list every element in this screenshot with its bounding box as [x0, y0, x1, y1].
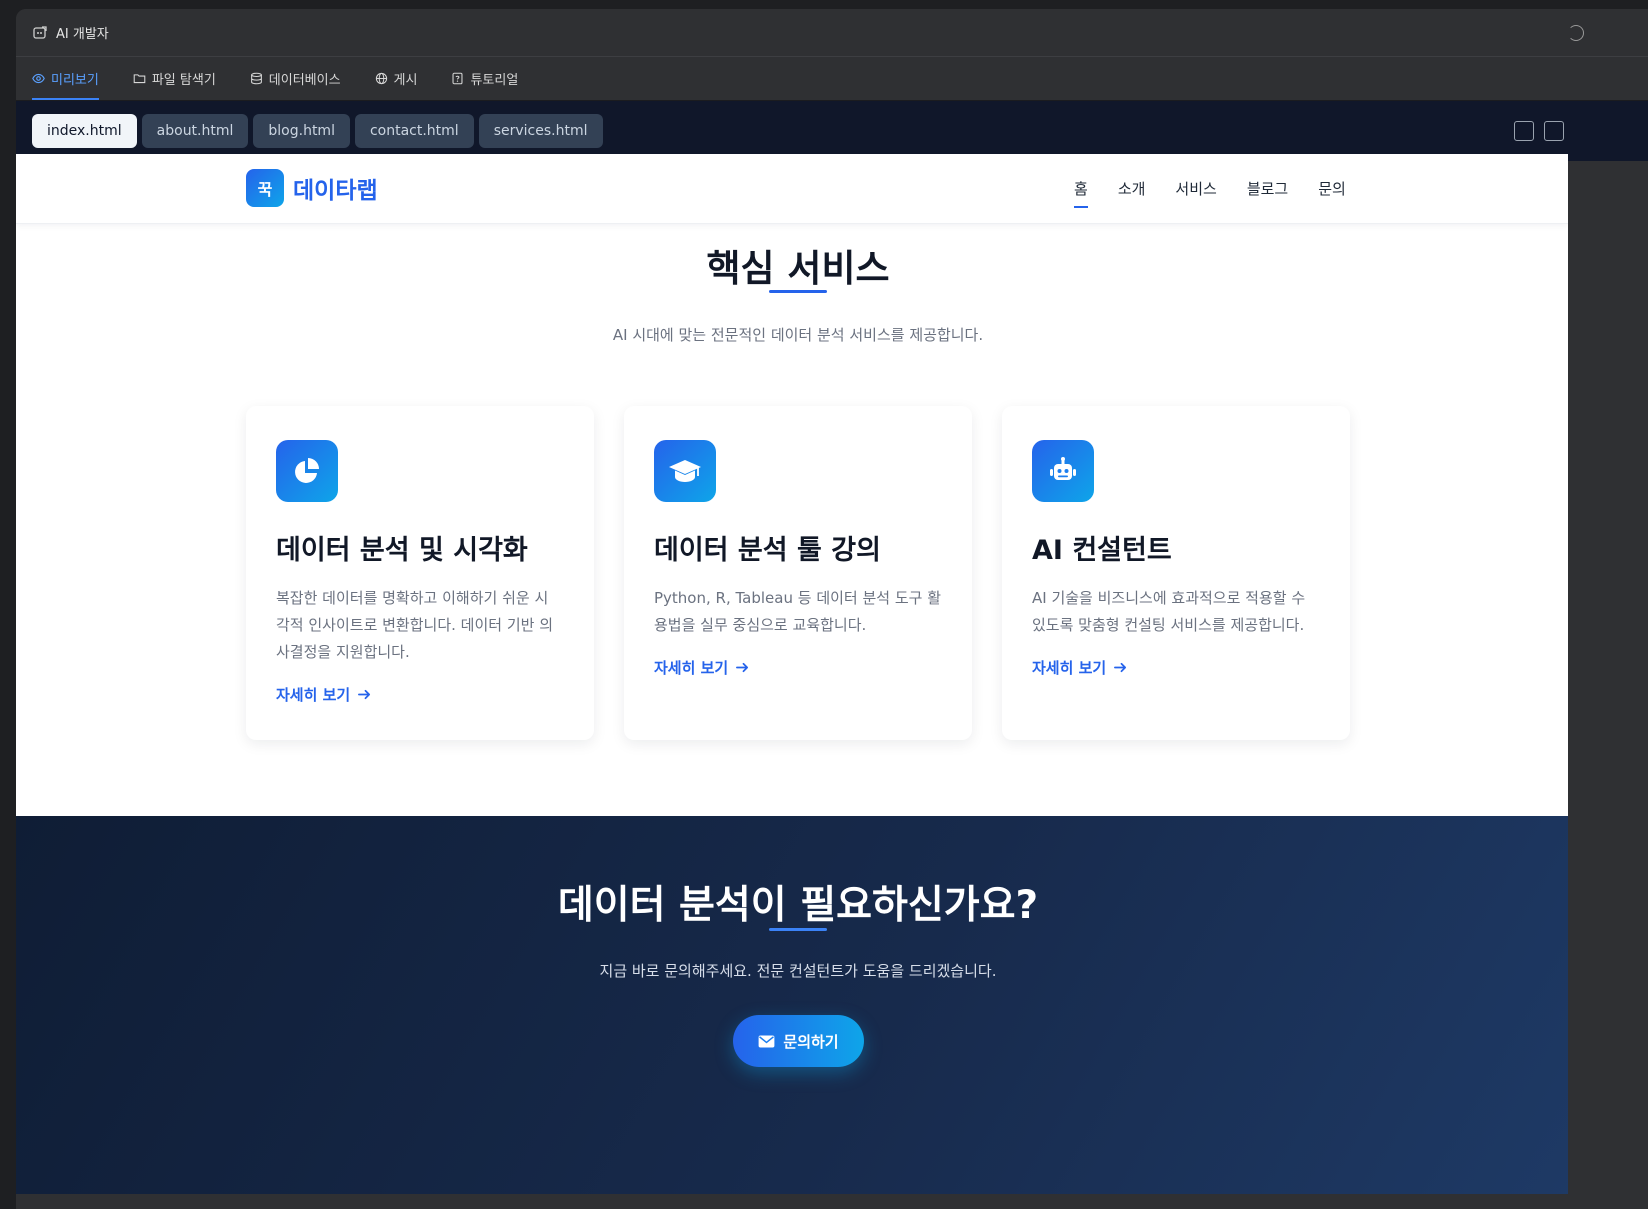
card-desc-line: 복잡한 데이터를 명확하고 이해하기 쉬운 시 — [276, 589, 549, 607]
card-title: 데이터 분석 툴 강의 — [654, 535, 881, 566]
pie-chart-icon — [276, 440, 338, 502]
card-desc-line: Python, R, Tableau 등 데이터 분석 도구 활 — [654, 589, 942, 607]
eye-icon — [32, 73, 45, 84]
card-more-link[interactable]: 자세히 보기 — [1032, 657, 1320, 678]
service-card-ai-consult: AI 컨설턴트 AI 기술을 비즈니스에 효과적으로 적용할 수 있도록 맞춤형… — [1002, 406, 1350, 740]
card-link-label: 자세히 보기 — [1032, 659, 1107, 677]
file-tab-about[interactable]: about.html — [141, 114, 249, 148]
desktop-icon[interactable] — [1544, 121, 1564, 141]
tab-label: 튜토리얼 — [470, 73, 519, 88]
globe-icon — [375, 72, 387, 85]
help-icon — [452, 72, 463, 85]
service-cards: 데이터 분석 및 시각화 복잡한 데이터를 명확하고 이해하기 쉬운 시 각적 … — [246, 406, 1350, 740]
file-tab-index[interactable]: index.html — [32, 114, 137, 148]
card-title: AI 컨설턴트 — [1032, 535, 1172, 566]
graduation-cap-icon — [654, 440, 716, 502]
service-card-lecture: 데이터 분석 툴 강의 Python, R, Tableau 등 데이터 분석 … — [624, 406, 972, 740]
nav-services[interactable]: 서비스 — [1175, 178, 1216, 205]
tab-tutorial[interactable]: 튜토리얼 — [451, 57, 518, 100]
tab-label: 파일 탐색기 — [151, 73, 216, 88]
database-icon — [250, 72, 262, 85]
card-description: AI 기술을 비즈니스에 효과적으로 적용할 수 있도록 맞춤형 컨설팅 서비스… — [1032, 585, 1320, 639]
arrow-right-icon — [736, 662, 749, 673]
tab-label: 미리보기 — [51, 73, 99, 88]
section-subtitle: AI 시대에 맞는 전문적인 데이터 분석 서비스를 제공합니다. — [612, 326, 984, 344]
cta-subtitle: 지금 바로 문의해주세요. 전문 컨설턴트가 도움을 드리겠습니다. — [599, 962, 997, 980]
tab-database[interactable]: 데이터베이스 — [250, 57, 341, 100]
responsive-icon[interactable] — [1514, 121, 1534, 141]
card-more-link[interactable]: 자세히 보기 — [276, 684, 564, 705]
site-navbar: 꾹 데이타랩 홈 소개 서비스 블로그 문의 — [16, 154, 1568, 224]
tab-file-explorer[interactable]: 파일 탐색기 — [133, 57, 216, 100]
contact-button[interactable]: 문의하기 — [733, 1015, 864, 1067]
nav-contact[interactable]: 문의 — [1318, 178, 1346, 205]
nav-about[interactable]: 소개 — [1118, 178, 1146, 205]
file-tab-contact[interactable]: contact.html — [354, 114, 474, 148]
loading-icon — [1568, 25, 1584, 41]
nav-blog[interactable]: 블로그 — [1247, 178, 1288, 205]
cta-underline — [769, 928, 827, 931]
card-desc-line: 용법을 실무 중심으로 교육합니다. — [654, 616, 867, 634]
tab-preview[interactable]: 미리보기 — [32, 57, 99, 100]
site-logo[interactable]: 꾹 데이타랩 — [246, 169, 378, 207]
title-underline — [769, 290, 827, 293]
app-window: AI 개발자 미리보기 파일 탐색기 데이터베이스 게시 튜토리얼 index.… — [16, 9, 1648, 1209]
device-toggle — [1514, 121, 1564, 141]
site-menu: 홈 소개 서비스 블로그 문의 — [1074, 178, 1346, 208]
main-tabs: 미리보기 파일 탐색기 데이터베이스 게시 튜토리얼 — [16, 57, 1648, 101]
card-more-link[interactable]: 자세히 보기 — [654, 657, 942, 678]
card-desc-line: AI 기술을 비즈니스에 효과적으로 적용할 수 — [1032, 589, 1306, 607]
cta-title: 데이터 분석이 필요하신가요? — [557, 883, 1039, 928]
window-title: AI 개발자 — [56, 27, 109, 42]
tab-label: 게시 — [393, 73, 418, 88]
cta-section: 데이터 분석이 필요하신가요? 지금 바로 문의해주세요. 전문 컨설턴트가 도… — [16, 816, 1568, 1194]
section-title: 핵심 서비스 — [706, 247, 890, 290]
title-bar: AI 개발자 — [16, 9, 1648, 57]
app-icon — [32, 25, 48, 41]
card-desc-line: 있도록 맞춤형 컨설팅 서비스를 제공합니다. — [1032, 616, 1305, 634]
arrow-right-icon — [358, 689, 371, 700]
robot-icon — [1032, 440, 1094, 502]
logo-mark: 꾹 — [246, 169, 284, 207]
card-link-label: 자세히 보기 — [276, 686, 351, 704]
card-desc-line: 사결정을 지원합니다. — [276, 643, 410, 661]
logo-text: 데이타랩 — [293, 178, 378, 204]
tab-publish[interactable]: 게시 — [375, 57, 418, 100]
card-desc-line: 각적 인사이트로 변환합니다. 데이터 기반 의 — [276, 616, 554, 634]
file-bar: index.html about.html blog.html contact.… — [16, 101, 1648, 161]
nav-home[interactable]: 홈 — [1074, 178, 1088, 208]
card-description: Python, R, Tableau 등 데이터 분석 도구 활 용법을 실무 … — [654, 585, 942, 639]
arrow-right-icon — [1114, 662, 1127, 673]
tab-label: 데이터베이스 — [268, 73, 341, 88]
service-card-analysis: 데이터 분석 및 시각화 복잡한 데이터를 명확하고 이해하기 쉬운 시 각적 … — [246, 406, 594, 740]
preview-pane: 꾹 데이타랩 홈 소개 서비스 블로그 문의 핵심 서비스 AI 시대에 맞는 … — [16, 154, 1568, 1194]
card-title: 데이터 분석 및 시각화 — [276, 535, 528, 566]
file-tab-blog[interactable]: blog.html — [253, 114, 350, 148]
envelope-icon — [758, 1034, 775, 1048]
folder-icon — [133, 74, 146, 84]
contact-button-label: 문의하기 — [783, 1032, 839, 1051]
card-link-label: 자세히 보기 — [654, 659, 729, 677]
file-tab-services[interactable]: services.html — [478, 114, 603, 148]
card-description: 복잡한 데이터를 명확하고 이해하기 쉬운 시 각적 인사이트로 변환합니다. … — [276, 585, 564, 666]
